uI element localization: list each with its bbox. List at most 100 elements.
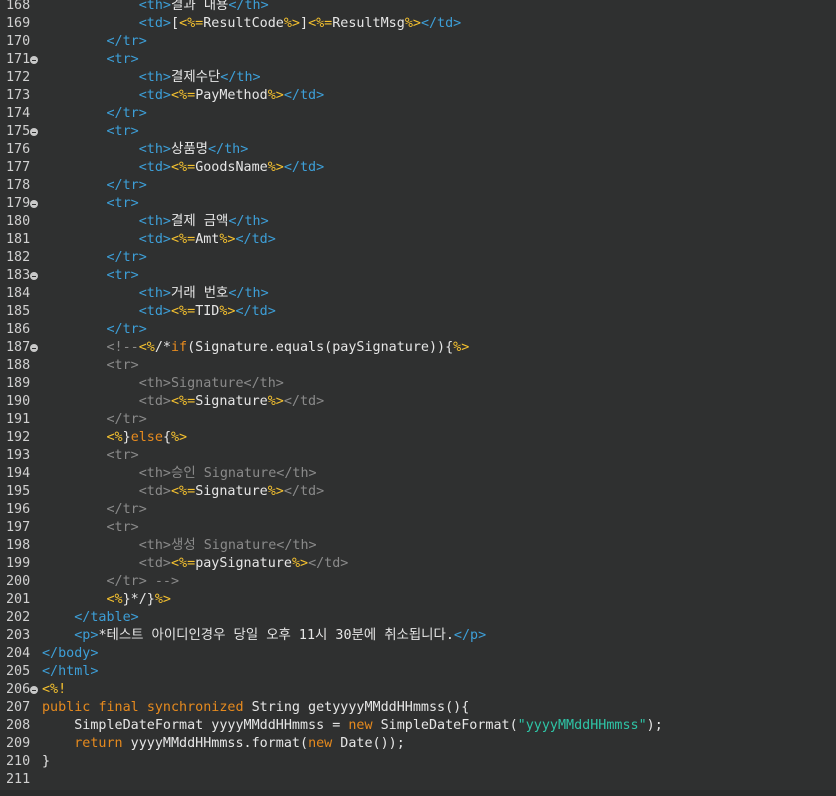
code-text[interactable]: <td><%=GoodsName%></td> bbox=[42, 159, 324, 177]
code-text[interactable]: </tr> bbox=[42, 321, 147, 339]
code-text[interactable]: </tr> bbox=[42, 33, 147, 51]
code-text[interactable]: <td>[<%=ResultCode%>]<%=ResultMsg%></td> bbox=[42, 15, 462, 33]
code-line[interactable]: 198 <th>생성 Signature</th> bbox=[0, 537, 836, 555]
code-line[interactable]: 180 <th>결제 금액</th> bbox=[0, 213, 836, 231]
code-text[interactable]: <th>거래 번호</th> bbox=[42, 285, 269, 303]
code-line[interactable]: 183 <tr> bbox=[0, 267, 836, 285]
code-line[interactable]: 188 <tr> bbox=[0, 357, 836, 375]
code-text[interactable]: <th>생성 Signature</th> bbox=[42, 537, 317, 555]
code-text[interactable]: <td><%=paySignature%></td> bbox=[42, 555, 349, 573]
code-text[interactable]: <p>*테스트 아이디인경우 당일 오후 11시 30분에 취소됩니다.</p> bbox=[42, 627, 486, 645]
code-line[interactable]: 170 </tr> bbox=[0, 33, 836, 51]
code-text[interactable]: </tr> bbox=[42, 249, 147, 267]
code-line[interactable]: 169 <td>[<%=ResultCode%>]<%=ResultMsg%><… bbox=[0, 15, 836, 33]
code-line[interactable]: 178 </tr> bbox=[0, 177, 836, 195]
code-text[interactable]: public final synchronized String getyyyy… bbox=[42, 699, 469, 717]
code-line[interactable]: 177 <td><%=GoodsName%></td> bbox=[0, 159, 836, 177]
code-text[interactable]: <th>상품명</th> bbox=[42, 141, 249, 159]
code-text[interactable]: SimpleDateFormat yyyyMMddHHmmss = new Si… bbox=[42, 717, 663, 735]
code-text[interactable]: <td><%=Signature%></td> bbox=[42, 393, 324, 411]
code-line[interactable]: 206 <%! bbox=[0, 681, 836, 699]
code-text[interactable]: <tr> bbox=[42, 519, 139, 537]
fold-collapse-icon[interactable] bbox=[30, 128, 38, 136]
code-line[interactable]: 199 <td><%=paySignature%></td> bbox=[0, 555, 836, 573]
code-text[interactable]: <%}*/}%> bbox=[42, 591, 172, 609]
code-text[interactable]: <th>결제 금액</th> bbox=[42, 213, 269, 231]
code-text[interactable]: <tr> bbox=[42, 357, 139, 375]
code-text[interactable]: <tr> bbox=[42, 267, 139, 285]
code-line[interactable]: 208 SimpleDateFormat yyyyMMddHHmmss = ne… bbox=[0, 717, 836, 735]
code-text[interactable]: <td><%=PayMethod%></td> bbox=[42, 87, 324, 105]
code-text[interactable]: <td><%=TID%></td> bbox=[42, 303, 276, 321]
code-line[interactable]: 176 <th>상품명</th> bbox=[0, 141, 836, 159]
code-line[interactable]: 168 <th>결과 내용</th> bbox=[0, 0, 836, 15]
code-text[interactable]: </tr> --> bbox=[42, 573, 180, 591]
code-text[interactable]: <%}else{%> bbox=[42, 429, 188, 447]
code-text[interactable]: <%! bbox=[42, 681, 66, 699]
code-token: <tr> bbox=[106, 124, 139, 139]
code-line[interactable]: 179 <tr> bbox=[0, 195, 836, 213]
code-line[interactable]: 184 <th>거래 번호</th> bbox=[0, 285, 836, 303]
code-line[interactable]: 181 <td><%=Amt%></td> bbox=[0, 231, 836, 249]
code-text[interactable]: <td><%=Amt%></td> bbox=[42, 231, 276, 249]
code-line[interactable]: 174 </tr> bbox=[0, 105, 836, 123]
code-text[interactable]: </tr> bbox=[42, 411, 147, 429]
code-text[interactable]: } bbox=[42, 753, 50, 771]
code-text[interactable]: <!--<%/*if(Signature.equals(paySignature… bbox=[42, 339, 470, 357]
code-line[interactable]: 196 </tr> bbox=[0, 501, 836, 519]
code-line[interactable]: 211 bbox=[0, 771, 836, 789]
code-text[interactable]: <tr> bbox=[42, 195, 139, 213]
code-text[interactable]: <th>승인 Signature</th> bbox=[42, 465, 317, 483]
code-line[interactable]: 185 <td><%=TID%></td> bbox=[0, 303, 836, 321]
code-line[interactable]: 200 </tr> --> bbox=[0, 573, 836, 591]
code-text[interactable]: </body> bbox=[42, 645, 98, 663]
code-line[interactable]: 172 <th>결제수단</th> bbox=[0, 69, 836, 87]
code-line[interactable]: 173 <td><%=PayMethod%></td> bbox=[0, 87, 836, 105]
code-line[interactable]: 189 <th>Signature</th> bbox=[0, 375, 836, 393]
code-text[interactable]: <th>결과 내용</th> bbox=[42, 0, 269, 15]
code-line[interactable]: 209 return yyyyMMddHHmmss.format(new Dat… bbox=[0, 735, 836, 753]
code-line[interactable]: 194 <th>승인 Signature</th> bbox=[0, 465, 836, 483]
code-text[interactable]: <tr> bbox=[42, 51, 139, 69]
code-line[interactable]: 210} bbox=[0, 753, 836, 771]
code-text[interactable]: <td><%=Signature%></td> bbox=[42, 483, 324, 501]
code-text[interactable]: <tr> bbox=[42, 123, 139, 141]
code-line[interactable]: 204 </body> bbox=[0, 645, 836, 663]
code-text[interactable]: <th>결제수단</th> bbox=[42, 69, 261, 87]
code-token: PayMethod bbox=[195, 88, 268, 103]
fold-collapse-icon[interactable] bbox=[30, 200, 38, 208]
code-token: <td> bbox=[138, 304, 171, 319]
fold-collapse-icon[interactable] bbox=[30, 56, 38, 64]
fold-collapse-icon[interactable] bbox=[30, 344, 38, 352]
code-text[interactable]: </table> bbox=[42, 609, 139, 627]
code-line[interactable]: 192 <%}else{%> bbox=[0, 429, 836, 447]
code-line[interactable]: 182 </tr> bbox=[0, 249, 836, 267]
code-line[interactable]: 197 <tr> bbox=[0, 519, 836, 537]
code-line[interactable]: 187 <!--<%/*if(Signature.equals(paySigna… bbox=[0, 339, 836, 357]
code-line[interactable]: 191 </tr> bbox=[0, 411, 836, 429]
code-text[interactable]: </tr> bbox=[42, 105, 147, 123]
code-line[interactable]: 201 <%}*/}%> bbox=[0, 591, 836, 609]
code-text[interactable]: <tr> bbox=[42, 447, 139, 465]
code-text[interactable]: </html> bbox=[42, 663, 98, 681]
code-line[interactable]: 195 <td><%=Signature%></td> bbox=[0, 483, 836, 501]
code-line[interactable]: 207 public final synchronized String gety… bbox=[0, 699, 836, 717]
code-line[interactable]: 202 </table> bbox=[0, 609, 836, 627]
code-text[interactable]: <th>Signature</th> bbox=[42, 375, 284, 393]
code-line[interactable]: 190 <td><%=Signature%></td> bbox=[0, 393, 836, 411]
code-line[interactable]: 175 <tr> bbox=[0, 123, 836, 141]
code-line[interactable]: 205 </html> bbox=[0, 663, 836, 681]
code-text[interactable]: </tr> bbox=[42, 501, 147, 519]
code-line[interactable]: 203 <p>*테스트 아이디인경우 당일 오후 11시 30분에 취소됩니다.… bbox=[0, 627, 836, 645]
code-line[interactable]: 171 <tr> bbox=[0, 51, 836, 69]
fold-collapse-icon[interactable] bbox=[30, 686, 38, 694]
code-text[interactable]: </tr> bbox=[42, 177, 147, 195]
code-token: </html> bbox=[42, 664, 99, 679]
code-line[interactable]: 193 <tr> bbox=[0, 447, 836, 465]
code-text[interactable]: return yyyyMMddHHmmss.format(new Date())… bbox=[42, 735, 405, 753]
fold-collapse-icon[interactable] bbox=[30, 272, 38, 280]
code-line[interactable]: 186 </tr> bbox=[0, 321, 836, 339]
code-editor[interactable]: 168 <th>결과 내용</th> 169 <td>[<%=ResultCode… bbox=[0, 0, 836, 796]
